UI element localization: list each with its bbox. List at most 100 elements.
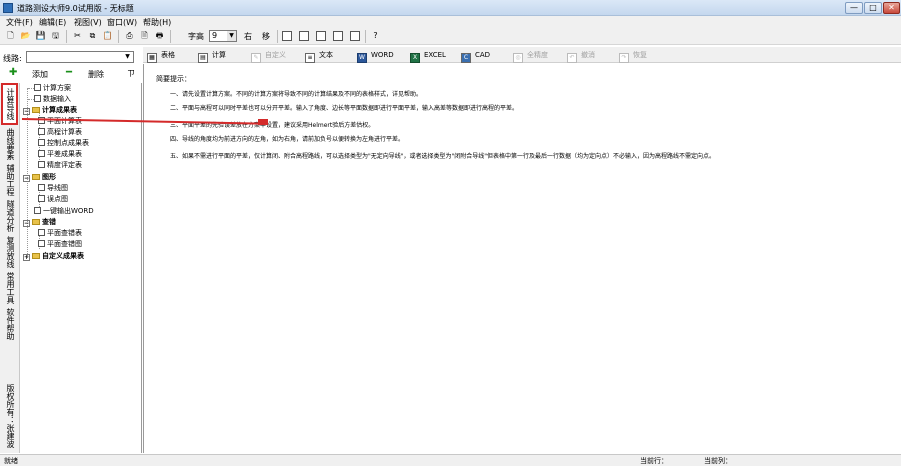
close-button[interactable]: ✕	[883, 2, 900, 14]
font-height-label: 字高	[188, 32, 204, 41]
tree-item-label: 平面查错图	[47, 240, 82, 248]
paste-icon[interactable]: 📋	[101, 30, 114, 42]
annotation-highlight	[258, 119, 268, 125]
font-height-select[interactable]: 9 ▼	[209, 30, 237, 42]
folder-icon	[32, 253, 40, 259]
word-button[interactable]: W WORD	[357, 49, 394, 63]
tree-folder-graphics[interactable]: − 图形	[23, 172, 56, 182]
tree-item-elev-calc[interactable]: 高程计算表	[38, 127, 82, 137]
tips-heading: 简要提示：	[156, 75, 191, 83]
save-as-icon[interactable]: 🖫	[49, 30, 62, 42]
collapse-icon[interactable]: −	[23, 220, 30, 227]
tree-item-label: 计算方案	[43, 84, 71, 92]
checkbox[interactable]	[38, 195, 45, 202]
export-icon[interactable]: ⎙	[123, 30, 136, 42]
tree-item-plane-results[interactable]: 平差成果表	[38, 149, 82, 159]
chevron-down-icon[interactable]: ▼	[123, 53, 132, 61]
calc-label: 计算	[212, 51, 226, 59]
pin-icon[interactable]: ㄗ	[127, 68, 135, 79]
current-row-label: 当前行：	[640, 457, 668, 465]
menu-window[interactable]: 窗口(W)	[107, 17, 137, 28]
tree-folder-check[interactable]: − 查错	[23, 217, 56, 227]
tree-folder-custom-results[interactable]: + 自定义成果表	[23, 251, 84, 261]
tab-traverse-calc[interactable]: 计算导线	[1, 83, 18, 125]
tab-tunnel[interactable]: 隧道分析	[2, 199, 16, 233]
checkbox[interactable]	[38, 161, 45, 168]
menu-file[interactable]: 文件(F)	[6, 17, 33, 28]
checkbox[interactable]	[34, 207, 41, 214]
checkbox[interactable]	[38, 128, 45, 135]
text-file-icon: ≡	[305, 53, 315, 63]
add-button[interactable]: 添加	[32, 69, 48, 80]
collapse-icon[interactable]: −	[23, 175, 30, 182]
tree-item-export-word[interactable]: 一键输出WORD	[26, 206, 94, 216]
remove-icon[interactable]: ━	[66, 67, 72, 78]
folder-icon	[32, 219, 40, 225]
minimize-button[interactable]: —	[845, 2, 863, 14]
layout-3-icon[interactable]	[316, 31, 326, 41]
menu-help[interactable]: 帮助(H)	[143, 17, 171, 28]
excel-button[interactable]: X EXCEL	[410, 49, 446, 63]
add-icon[interactable]: ✚	[9, 67, 17, 78]
tab-curve-elements[interactable]: 曲线要素	[2, 127, 16, 161]
layout-2-icon[interactable]	[299, 31, 309, 41]
route-select[interactable]: ▼	[26, 51, 134, 63]
print-preview-icon[interactable]: 🗎	[138, 30, 151, 42]
undo-button[interactable]: ↶ 撤消	[567, 49, 595, 63]
tab-auxiliary[interactable]: 辅助工程	[2, 163, 16, 197]
checkbox[interactable]	[34, 95, 41, 102]
tree-item-label: 导线图	[47, 184, 68, 192]
tab-resurvey[interactable]: 复测放线	[2, 235, 16, 269]
table-label: 表格	[161, 51, 175, 59]
tree-folder-calc-results[interactable]: − 计算成果表	[23, 105, 77, 115]
tree-item-traverse-map[interactable]: 导线图	[38, 183, 68, 193]
tab-software-help[interactable]: 软件帮助	[2, 307, 16, 341]
checkbox[interactable]	[38, 240, 45, 247]
align-right-button[interactable]: 右	[244, 31, 252, 42]
full-precision-button[interactable]: ◎ 全精度	[513, 49, 548, 63]
menu-view[interactable]: 视图(V)	[74, 17, 102, 28]
checkbox[interactable]	[38, 150, 45, 157]
delete-button[interactable]: 删除	[88, 69, 104, 80]
checkbox[interactable]	[38, 139, 45, 146]
tree-item-accuracy[interactable]: 精度评定表	[38, 160, 82, 170]
redo-button[interactable]: ↷ 恢复	[619, 49, 647, 63]
menu-edit[interactable]: 编辑(E)	[39, 17, 66, 28]
collapse-icon[interactable]: −	[23, 108, 30, 115]
title-bar: 道路测设大师9.0试用版 - 无标题 — □ ✕	[0, 0, 901, 16]
cad-button[interactable]: C CAD	[461, 49, 490, 63]
open-folder-icon[interactable]: 📂	[19, 30, 32, 42]
copy-icon[interactable]: ⧉	[86, 30, 99, 42]
cut-icon[interactable]: ✂	[71, 30, 84, 42]
table-button[interactable]: ▦ 表格	[147, 49, 175, 63]
save-icon[interactable]: 💾	[34, 30, 47, 42]
expand-icon[interactable]: +	[23, 254, 30, 261]
layout-1-icon[interactable]	[282, 31, 292, 41]
checkbox[interactable]	[34, 84, 41, 91]
tree-item-label: 计算成果表	[42, 106, 77, 114]
print-icon[interactable]: 🖶	[153, 30, 166, 42]
tree-item-calc-scheme[interactable]: 计算方案	[26, 83, 71, 93]
checkbox[interactable]	[38, 229, 45, 236]
tree-item-data-input[interactable]: 数据输入	[26, 94, 71, 104]
tree-panel: 计算方案 数据输入 − 计算成果表 平面计算表 高程计算表 控制点成果表 平差成果…	[21, 83, 142, 453]
excel-icon: X	[410, 53, 420, 63]
help-icon[interactable]: ?	[369, 30, 382, 42]
tree-item-plane-check-map[interactable]: 平面查错图	[38, 239, 82, 249]
status-bar: 就绪 当前行： 当前列：	[0, 454, 901, 466]
tab-tools[interactable]: 常用工具	[2, 271, 16, 305]
tree-item-control-points[interactable]: 控制点成果表	[38, 138, 89, 148]
layout-4-icon[interactable]	[333, 31, 343, 41]
text-button[interactable]: ≡ 文本	[305, 49, 333, 63]
layout-5-icon[interactable]	[350, 31, 360, 41]
maximize-button[interactable]: □	[864, 2, 882, 14]
customize-button[interactable]: ✎ 自定义	[251, 49, 286, 63]
tree-item-plane-check-table[interactable]: 平面查错表	[38, 228, 82, 238]
checkbox[interactable]	[38, 184, 45, 191]
tree-item-label: 数据输入	[43, 95, 71, 103]
calc-button[interactable]: ▤ 计算	[198, 49, 226, 63]
move-button[interactable]: 移	[262, 31, 270, 42]
tree-item-error-ellipse[interactable]: 误点图	[38, 194, 68, 204]
new-file-icon[interactable]: 🗋	[4, 30, 17, 42]
chevron-down-icon[interactable]: ▼	[227, 31, 236, 41]
